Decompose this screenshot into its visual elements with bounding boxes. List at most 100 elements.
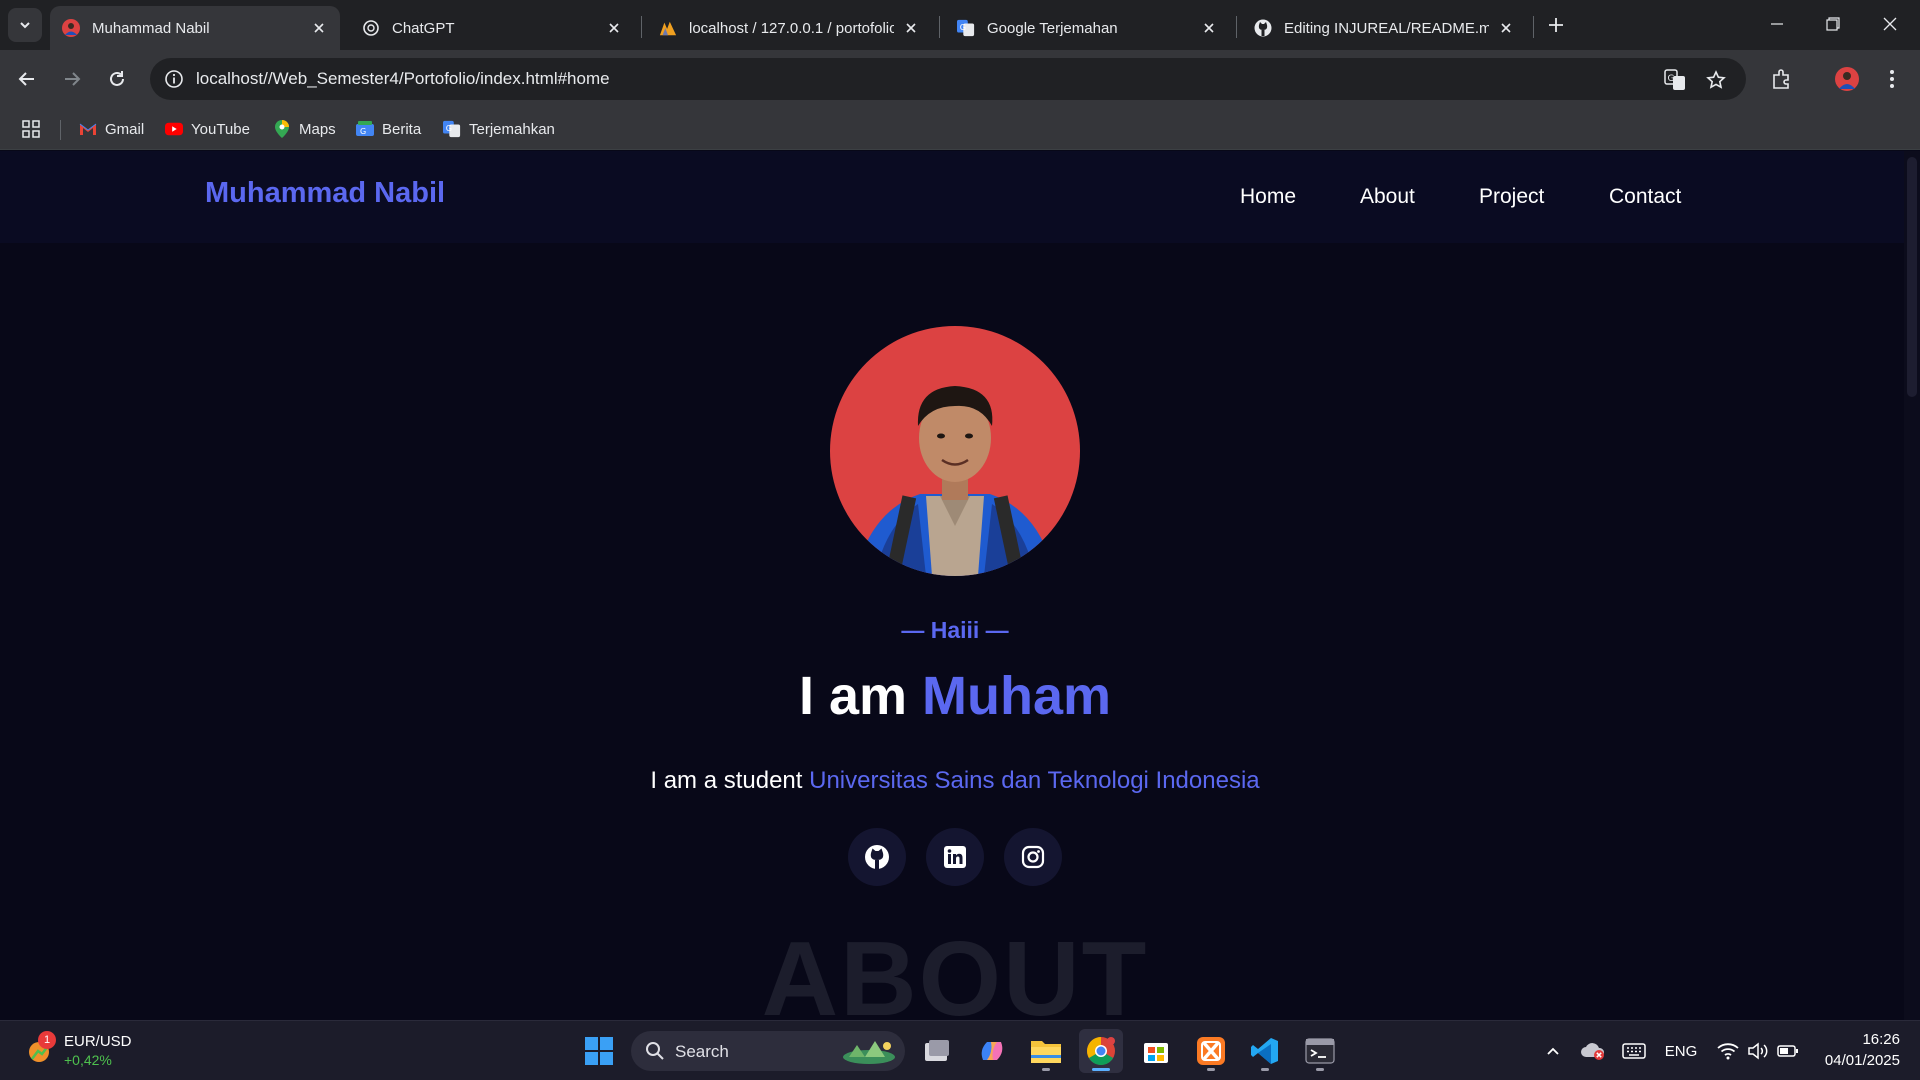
volume-status[interactable] xyxy=(1743,1037,1773,1065)
keyboard-icon xyxy=(1622,1043,1646,1059)
minimize-button[interactable] xyxy=(1749,0,1805,48)
nav-home[interactable]: Home xyxy=(1240,185,1296,209)
running-indicator xyxy=(1207,1068,1215,1071)
search-icon xyxy=(646,1042,664,1060)
tab-separator xyxy=(641,16,642,38)
scrollbar-thumb[interactable] xyxy=(1907,157,1917,397)
start-button[interactable] xyxy=(577,1029,621,1073)
headline-typed-name: Muham xyxy=(922,666,1112,726)
translate-page-icon[interactable]: G xyxy=(1662,67,1688,93)
notification-badge: 1 xyxy=(38,1031,56,1049)
cloud-error-icon xyxy=(1581,1043,1605,1060)
tab-separator xyxy=(939,16,940,38)
linkedin-icon xyxy=(944,846,966,868)
onedrive-status[interactable] xyxy=(1578,1037,1608,1065)
close-icon[interactable] xyxy=(605,19,623,37)
nav-project[interactable]: Project xyxy=(1479,185,1544,209)
close-window-button[interactable] xyxy=(1862,0,1918,48)
touch-keyboard-button[interactable] xyxy=(1619,1037,1649,1065)
tab-github[interactable]: Editing INJUREAL/README.md xyxy=(1242,6,1527,50)
terminal-icon xyxy=(1305,1038,1335,1064)
tab-google-translate[interactable]: G Google Terjemahan xyxy=(945,6,1230,50)
copilot-app[interactable] xyxy=(970,1029,1014,1073)
tab-search-button[interactable] xyxy=(8,8,42,42)
store-icon xyxy=(1144,1043,1168,1063)
social-links xyxy=(848,828,1062,886)
plus-icon xyxy=(1549,18,1563,32)
show-hidden-icons-button[interactable] xyxy=(1540,1037,1566,1065)
market-widget[interactable]: 1 EUR/USD +0,42% xyxy=(22,1031,132,1071)
system-clock[interactable]: 16:26 04/01/2025 xyxy=(1810,1029,1900,1071)
tab-title: Google Terjemahan xyxy=(987,19,1118,37)
nav-about[interactable]: About xyxy=(1360,185,1415,209)
apps-grid-button[interactable] xyxy=(21,118,41,140)
widget-title: EUR/USD xyxy=(64,1033,132,1050)
bookmark-terjemahkan[interactable]: G Terjemahkan xyxy=(443,118,555,140)
restore-button[interactable] xyxy=(1805,0,1861,48)
hero-headline: I am Muham xyxy=(0,665,1910,727)
brand-logo-link[interactable]: Muhammad Nabil xyxy=(205,177,445,210)
linkedin-link[interactable] xyxy=(926,828,984,886)
address-bar[interactable]: localhost//Web_Semester4/Portofolio/inde… xyxy=(150,58,1746,100)
back-button[interactable] xyxy=(11,63,43,95)
running-indicator xyxy=(1261,1068,1269,1071)
running-indicator xyxy=(1092,1068,1110,1071)
tab-chatgpt[interactable]: ChatGPT xyxy=(350,6,635,50)
taskbar-search[interactable]: Search xyxy=(631,1031,905,1071)
reload-button[interactable] xyxy=(101,63,133,95)
bookmark-gmail[interactable]: Gmail xyxy=(79,118,144,140)
instagram-link[interactable] xyxy=(1004,828,1062,886)
tab-muhammad-nabil[interactable]: Muhammad Nabil xyxy=(50,6,340,50)
tagline-prefix: I am a student xyxy=(650,767,810,794)
tab-phpmyadmin[interactable]: localhost / 127.0.0.1 / portofolio xyxy=(647,6,932,50)
profile-avatar[interactable] xyxy=(1831,63,1863,95)
battery-status[interactable] xyxy=(1773,1037,1803,1065)
instagram-icon xyxy=(1021,845,1045,869)
avatar-favicon-icon xyxy=(62,19,80,37)
forward-button[interactable] xyxy=(56,63,88,95)
file-explorer-app[interactable] xyxy=(1024,1029,1068,1073)
close-icon[interactable] xyxy=(902,19,920,37)
github-link[interactable] xyxy=(848,828,906,886)
bookmark-youtube[interactable]: YouTube xyxy=(165,118,250,140)
svg-text:G: G xyxy=(1668,74,1675,84)
page-scrollbar[interactable] xyxy=(1904,151,1920,1020)
bookmark-maps[interactable]: Maps xyxy=(273,118,336,140)
google-translate-icon: G xyxy=(957,19,975,37)
task-view-icon xyxy=(925,1040,949,1061)
hero-tagline: I am a student Universitas Sains dan Tek… xyxy=(0,767,1910,795)
xampp-app[interactable] xyxy=(1189,1029,1233,1073)
site-info-icon[interactable] xyxy=(162,67,186,91)
url-text: localhost//Web_Semester4/Portofolio/inde… xyxy=(196,69,610,88)
close-icon[interactable] xyxy=(1497,19,1515,37)
xampp-icon xyxy=(1197,1037,1225,1065)
close-icon[interactable] xyxy=(1200,19,1218,37)
windows-logo-icon xyxy=(585,1037,613,1065)
gmail-icon xyxy=(79,120,97,138)
phpmyadmin-icon xyxy=(659,19,677,37)
microsoft-store-app[interactable] xyxy=(1134,1029,1178,1073)
wifi-status[interactable] xyxy=(1713,1037,1743,1065)
widget-change: +0,42% xyxy=(64,1052,112,1068)
terminal-app[interactable] xyxy=(1298,1029,1342,1073)
browser-toolbar: localhost//Web_Semester4/Portofolio/inde… xyxy=(0,50,1920,108)
chrome-app[interactable] xyxy=(1079,1029,1123,1073)
running-indicator xyxy=(1316,1068,1324,1071)
close-icon[interactable] xyxy=(310,19,328,37)
new-tab-button[interactable] xyxy=(1541,10,1571,40)
tab-strip: Muhammad Nabil ChatGPT localhost / 127.0… xyxy=(0,0,1920,50)
bookmark-star-icon[interactable] xyxy=(1703,67,1729,93)
bookmark-berita[interactable]: G Berita xyxy=(356,118,421,140)
input-language[interactable]: ENG xyxy=(1660,1037,1702,1065)
nav-contact[interactable]: Contact xyxy=(1609,185,1681,209)
svg-text:G: G xyxy=(446,123,452,133)
bookmarks-bar: Gmail YouTube Maps G Berita G Terjemahka… xyxy=(0,108,1920,150)
menu-kebab-icon[interactable] xyxy=(1876,63,1908,95)
chevron-up-icon xyxy=(1547,1047,1559,1055)
extensions-icon[interactable] xyxy=(1766,63,1798,95)
vscode-app[interactable] xyxy=(1243,1029,1287,1073)
minimize-icon xyxy=(1771,23,1783,25)
task-view-button[interactable] xyxy=(915,1029,959,1073)
wifi-icon xyxy=(1717,1043,1739,1060)
youtube-icon xyxy=(165,120,183,138)
